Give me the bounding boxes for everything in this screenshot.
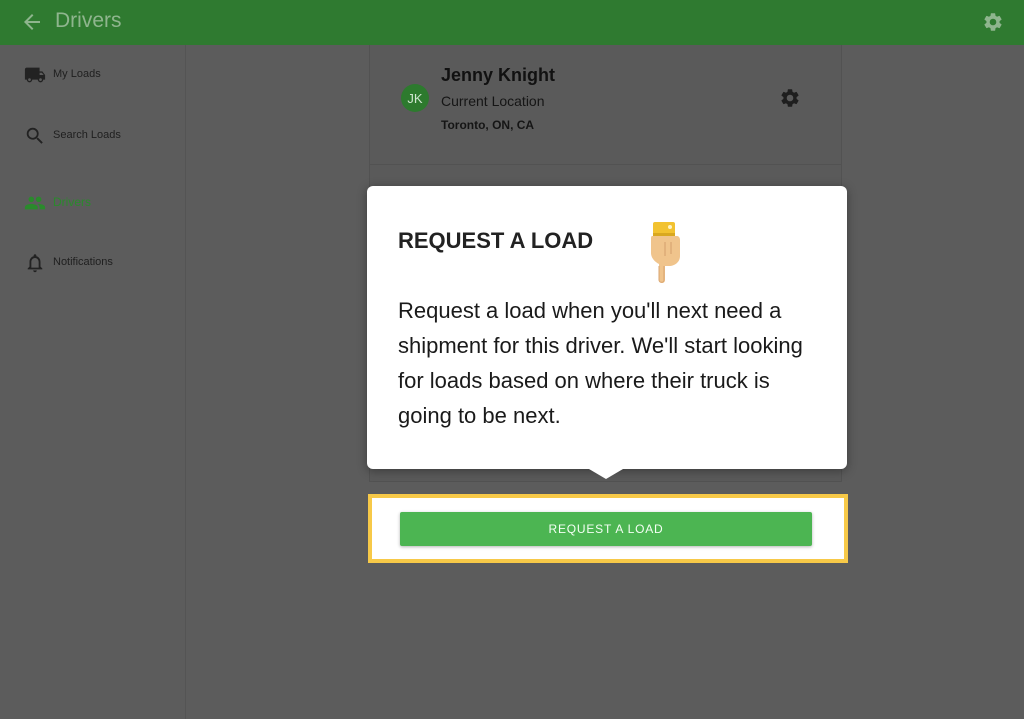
- sidebar-item-label: My Loads: [53, 68, 101, 80]
- avatar: JK: [401, 84, 429, 112]
- current-location-label: Current Location: [441, 93, 545, 109]
- sidebar-item-label: Drivers: [53, 195, 91, 209]
- arrow-left-icon[interactable]: [20, 10, 44, 34]
- pointing-down-hand-icon: [651, 222, 680, 283]
- gear-icon[interactable]: [779, 87, 801, 109]
- sidebar-item-label: Search Loads: [53, 129, 121, 141]
- sidebar-item-notifications[interactable]: Notifications: [0, 243, 186, 283]
- page-title: Drivers: [55, 9, 122, 32]
- highlighted-action-area: REQUEST A LOAD: [368, 494, 848, 563]
- sidebar-item-label: Notifications: [53, 256, 113, 268]
- tooltip-body: Request a load when you'll next need a s…: [398, 298, 803, 428]
- driver-name: Jenny Knight: [441, 65, 556, 85]
- sidebar-item-my-loads[interactable]: My Loads: [0, 55, 186, 95]
- sidebar: My Loads Search Loads Drivers Notificati…: [0, 45, 186, 719]
- truck-icon: [24, 67, 46, 83]
- onboarding-tooltip: REQUEST A LOAD Request a load when you'l…: [367, 186, 847, 479]
- tooltip-title: REQUEST A LOAD: [398, 228, 594, 253]
- current-location-value: Toronto, ON, CA: [441, 118, 535, 132]
- search-icon: [26, 127, 43, 144]
- people-icon: [24, 196, 46, 210]
- driver-card: JK Jenny Knight Current Location Toronto…: [369, 45, 842, 165]
- tooltip-arrow: [589, 469, 623, 479]
- bell-icon: [27, 254, 43, 273]
- sidebar-item-search-loads[interactable]: Search Loads: [0, 116, 186, 156]
- sidebar-item-drivers[interactable]: Drivers: [0, 183, 186, 223]
- app-header: Drivers: [0, 0, 1024, 45]
- gear-icon[interactable]: [982, 11, 1004, 33]
- request-load-button[interactable]: REQUEST A LOAD: [400, 512, 812, 546]
